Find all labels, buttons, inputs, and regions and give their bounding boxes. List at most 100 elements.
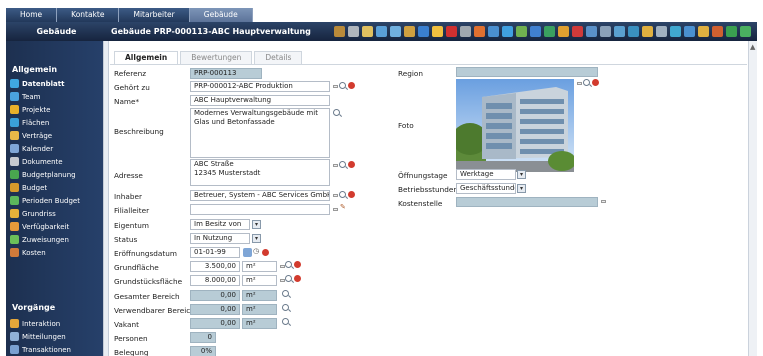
tab-allgemein[interactable]: Allgemein — [114, 51, 179, 64]
delete-icon[interactable] — [592, 79, 599, 86]
delete-icon[interactable] — [348, 191, 355, 198]
sidebar-item-interaktion[interactable]: Interaktion — [10, 317, 60, 330]
select-oeffnungstage[interactable]: Werktage — [456, 169, 516, 180]
search-icon[interactable] — [333, 109, 340, 116]
graph-icon[interactable] — [628, 26, 639, 37]
field-gehoert-zu[interactable]: PRP-000012-ABC Produktion — [190, 81, 330, 92]
sidebar-item-budget[interactable]: Budget — [10, 181, 47, 194]
sidebar-item-perioden-budget[interactable]: Perioden Budget — [10, 194, 80, 207]
sidebar-item-verfügbarkeit[interactable]: Verfügbarkeit — [10, 220, 69, 233]
edit-icon[interactable] — [362, 26, 373, 37]
mail-icon[interactable] — [600, 26, 611, 37]
clear-icon[interactable] — [333, 164, 338, 167]
people-icon[interactable] — [404, 26, 415, 37]
sidebar-item-mitteilungen[interactable]: Mitteilungen — [10, 330, 66, 343]
delete-icon[interactable] — [294, 275, 301, 282]
calendar-icon[interactable] — [243, 248, 252, 257]
clear-icon[interactable] — [577, 82, 582, 85]
search-icon[interactable] — [285, 275, 292, 282]
scroll-up-icon[interactable]: ▲ — [750, 43, 755, 51]
tools-icon[interactable] — [460, 26, 471, 37]
money-icon[interactable] — [642, 26, 653, 37]
delete-icon[interactable] — [348, 82, 355, 89]
print-icon[interactable] — [334, 26, 345, 37]
stop-icon[interactable] — [446, 26, 457, 37]
sidebar-splitter[interactable] — [103, 41, 109, 356]
clear-icon[interactable] — [333, 194, 338, 197]
search-icon[interactable] — [285, 261, 292, 268]
select-status[interactable]: In Nutzung — [190, 233, 250, 244]
user-icon[interactable] — [516, 26, 527, 37]
sidebar-item-dokumente[interactable]: Dokumente — [10, 155, 63, 168]
search-icon[interactable] — [282, 290, 289, 297]
list-icon[interactable] — [418, 26, 429, 37]
pause-icon[interactable] — [698, 26, 709, 37]
sidebar-item-verträge[interactable]: Verträge — [10, 129, 52, 142]
field-eroeffnungsdatum[interactable]: 01-01-99 — [190, 247, 240, 258]
cancel-icon[interactable] — [572, 26, 583, 37]
folder-icon[interactable] — [432, 26, 443, 37]
pen-icon[interactable] — [488, 26, 499, 37]
world-icon[interactable] — [376, 26, 387, 37]
paint-icon[interactable] — [474, 26, 485, 37]
search-icon[interactable] — [339, 161, 346, 168]
field-name[interactable]: ABC Hauptverwaltung — [190, 95, 330, 106]
tab-details[interactable]: Details — [254, 51, 303, 64]
search-icon[interactable] — [339, 191, 346, 198]
sidebar-item-zuweisungen[interactable]: Zuweisungen — [10, 233, 69, 246]
field-filialleiter[interactable] — [190, 204, 330, 215]
vertical-scrollbar[interactable]: ▲ — [748, 41, 757, 356]
select-betriebsstunden[interactable]: Geschäftsstunde — [456, 183, 516, 194]
field-inhaber[interactable]: Betreuer, System - ABC Services GmbH — [190, 190, 330, 201]
chevron-down-icon[interactable]: ▾ — [517, 170, 526, 179]
sidebar-item-datenblatt[interactable]: Datenblatt — [10, 77, 64, 90]
field-beschreibung[interactable]: Modernes Verwaltungsgebäude mit Glas und… — [190, 108, 330, 158]
select-eigentum[interactable]: Im Besitz von — [190, 219, 250, 230]
chevron-down-icon[interactable]: ▾ — [252, 234, 261, 243]
report-icon[interactable] — [586, 26, 597, 37]
edit-icon[interactable]: ✎ — [340, 203, 346, 211]
clear-icon[interactable] — [333, 208, 338, 211]
clock-icon[interactable]: ◷ — [253, 247, 259, 255]
sidebar-item-grundriss[interactable]: Grundriss — [10, 207, 56, 220]
search-icon[interactable] — [583, 79, 590, 86]
chevron-down-icon[interactable]: ▾ — [517, 184, 526, 193]
delete-icon[interactable] — [262, 249, 269, 256]
unit-grundstuecksflaeche[interactable]: m² — [242, 275, 277, 286]
delete-icon[interactable] — [348, 161, 355, 168]
doc-icon[interactable] — [530, 26, 541, 37]
search-icon[interactable] — [282, 318, 289, 325]
tool2-icon[interactable] — [726, 26, 737, 37]
chevron-down-icon[interactable]: ▾ — [252, 220, 261, 229]
sidebar-item-projekte[interactable]: Projekte — [10, 103, 50, 116]
key-icon[interactable] — [712, 26, 723, 37]
tab-mitarbeiter[interactable]: Mitarbeiter — [119, 8, 190, 22]
tab-gebaeude[interactable]: Gebäude — [189, 8, 253, 22]
sidebar-item-transaktionen[interactable]: Transaktionen — [10, 343, 71, 356]
group-icon[interactable] — [656, 26, 667, 37]
sidebar-item-kosten[interactable]: Kosten — [10, 246, 46, 259]
map-icon[interactable] — [670, 26, 681, 37]
unit-grundflaeche[interactable]: m² — [242, 261, 277, 272]
sidebar-item-flächen[interactable]: Flächen — [10, 116, 49, 129]
clear-icon[interactable] — [333, 85, 338, 88]
field-grundflaeche[interactable]: 3.500,00 — [190, 261, 240, 272]
delete-icon[interactable] — [294, 261, 301, 268]
calendar-icon[interactable] — [348, 26, 359, 37]
building-photo[interactable] — [456, 79, 574, 172]
field-grundstuecksflaeche[interactable]: 8.000,00 — [190, 275, 240, 286]
pie-icon[interactable] — [558, 26, 569, 37]
help-icon[interactable] — [684, 26, 695, 37]
link-icon[interactable] — [614, 26, 625, 37]
clear-icon[interactable] — [601, 200, 606, 203]
tab-home[interactable]: Home — [6, 8, 58, 22]
sidebar-item-kalender[interactable]: Kalender — [10, 142, 53, 155]
search-icon[interactable] — [282, 304, 289, 311]
tag-icon[interactable] — [390, 26, 401, 37]
chart-icon[interactable] — [502, 26, 513, 37]
globe-icon[interactable] — [740, 26, 751, 37]
sidebar-item-budgetplanung[interactable]: Budgetplanung — [10, 168, 76, 181]
search-icon[interactable] — [339, 82, 346, 89]
sidebar-item-team[interactable]: Team — [10, 90, 41, 103]
field-adresse[interactable]: ABC Straße 12345 Musterstadt — [190, 159, 330, 186]
